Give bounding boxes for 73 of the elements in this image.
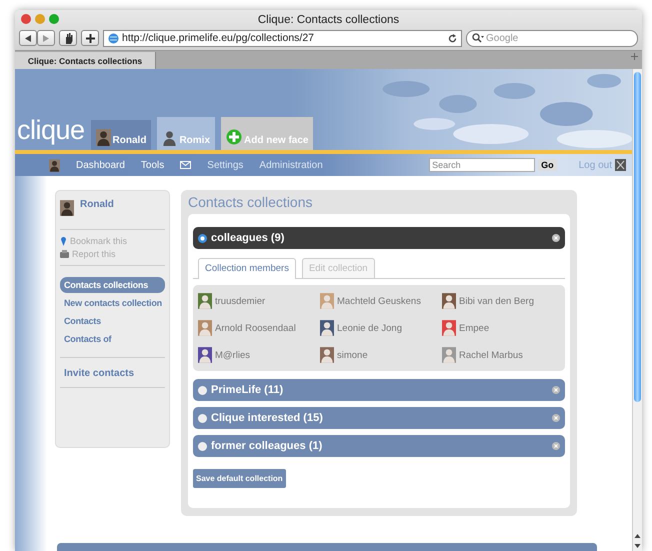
avatar-icon	[96, 128, 111, 147]
close-icon[interactable]	[615, 159, 626, 171]
section-title: Contacts collections	[188, 194, 314, 212]
member-name[interactable]: Arnold Roosendaal	[215, 322, 296, 334]
tab[interactable]: Edit collection	[302, 258, 375, 278]
zoom-icon[interactable]	[49, 14, 59, 24]
avatar-icon	[442, 319, 456, 337]
pin-icon	[60, 236, 67, 246]
avatar-icon	[320, 346, 334, 364]
member-name[interactable]: Rachel Marbus	[459, 350, 523, 360]
radio-icon	[198, 234, 207, 242]
bookmark-button[interactable]	[59, 30, 77, 46]
new-tab-icon[interactable]	[631, 53, 638, 60]
minimize-icon[interactable]	[35, 14, 45, 24]
forward-icon	[43, 34, 49, 42]
avatar-icon	[198, 292, 212, 310]
avatar-icon	[198, 346, 212, 364]
search-field[interactable]: Google	[466, 30, 638, 46]
search-icon	[472, 33, 484, 43]
radio-icon	[198, 442, 207, 450]
avatar-icon	[198, 319, 212, 337]
save-button[interactable]: Save default collection	[193, 469, 286, 488]
nav-link[interactable]: Tools	[140, 160, 164, 170]
avatar-icon	[49, 158, 60, 172]
nav-link[interactable]: Dashboard	[76, 160, 125, 170]
logout-link[interactable]: Log out	[578, 160, 612, 170]
printer-icon	[60, 250, 69, 258]
radio-icon	[198, 414, 207, 422]
member-name[interactable]: Machteld Geuskens	[337, 296, 421, 306]
avatar-icon	[442, 346, 456, 364]
address-field[interactable]: http://clique.primelife.eu/pg/collections/27	[103, 30, 462, 46]
go-button[interactable]: Go	[538, 159, 557, 171]
member-name[interactable]: Leonie de Jong	[337, 322, 402, 334]
add-icon	[226, 129, 242, 145]
logo[interactable]: clique	[17, 117, 85, 150]
menu-item[interactable]: New contacts collection	[60, 295, 165, 311]
member-name[interactable]: simone	[337, 350, 368, 360]
action-link[interactable]: Report this	[60, 249, 165, 259]
search-field[interactable]: Search	[429, 158, 536, 172]
reload-icon[interactable]	[448, 34, 457, 42]
menu-item[interactable]: Invite contacts	[64, 368, 134, 379]
member-name[interactable]: Empee	[459, 322, 490, 334]
globe-icon	[108, 32, 119, 44]
avatar-icon	[320, 292, 334, 310]
window-title: Clique: Contacts collections	[258, 14, 400, 26]
menu-item[interactable]: Contacts collections	[60, 277, 165, 293]
tab[interactable]: Collection members	[198, 258, 296, 279]
scrollbar-thumb[interactable]	[634, 72, 641, 402]
back-button[interactable]	[19, 30, 37, 46]
menu-item[interactable]: Contacts	[60, 313, 165, 329]
collection-header[interactable]: former colleagues (1)	[193, 435, 565, 457]
collection-header[interactable]: PrimeLife (11)	[193, 379, 565, 401]
face-tab[interactable]: Ronald	[90, 120, 152, 150]
member-name[interactable]: Bibi van den Berg	[459, 296, 534, 306]
menu-item[interactable]: Contacts of	[60, 331, 165, 347]
avatar-icon	[60, 199, 74, 217]
avatar-icon	[320, 319, 334, 337]
avatar-icon	[442, 292, 456, 310]
face-tab[interactable]: Romix	[157, 117, 215, 150]
collection-header[interactable]: colleagues (9)	[193, 227, 565, 249]
add-bookmark-button[interactable]	[81, 30, 99, 46]
back-icon	[25, 34, 31, 42]
plus-icon	[86, 34, 94, 42]
action-link[interactable]: Bookmark this	[60, 236, 165, 246]
collection-header[interactable]: Clique interested (15)	[193, 407, 565, 429]
mail-icon[interactable]	[180, 161, 192, 169]
member-name[interactable]: M@rlies	[215, 350, 250, 360]
member-name[interactable]: truusdemier	[215, 296, 266, 306]
hand-icon	[64, 32, 72, 44]
close-icon[interactable]	[552, 234, 560, 242]
browser-tab[interactable]: Clique: Contacts collections	[15, 52, 156, 69]
profile-name[interactable]: Ronald	[80, 199, 114, 217]
radio-icon	[198, 386, 207, 394]
